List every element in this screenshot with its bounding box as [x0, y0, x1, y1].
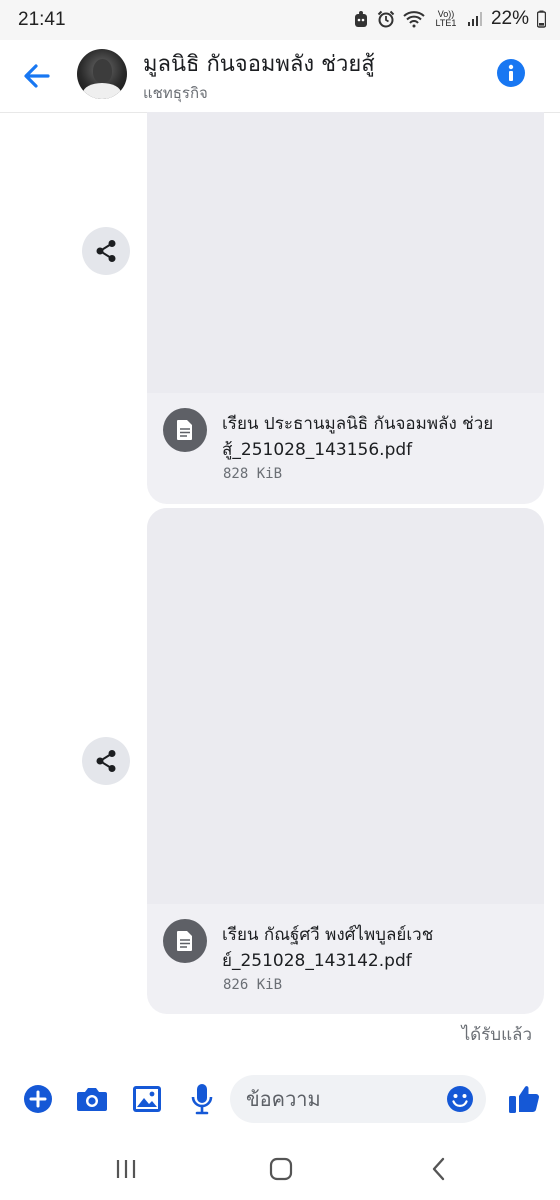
file-size: 828 KiB [223, 466, 283, 482]
back-icon [432, 1157, 445, 1181]
camera-icon [77, 1088, 107, 1111]
contact-subtitle: แชทธุรกิจ [143, 84, 208, 102]
like-button[interactable] [507, 1081, 541, 1115]
file-preview[interactable] [147, 508, 544, 904]
file-info[interactable]: เรียน ประธานมูลนิธิ กันจอมพลัง ช่วยสู้_2… [147, 393, 544, 504]
status-bar: 21:41 Vo)) LTE1 22% [0, 0, 560, 40]
wifi-icon [403, 10, 425, 28]
thumbs-up-icon [509, 1086, 539, 1113]
info-button[interactable] [497, 59, 525, 87]
camera-button[interactable] [76, 1083, 108, 1115]
battery-level: 22% [490, 8, 529, 29]
microphone-icon [191, 1084, 213, 1115]
share-icon [96, 240, 116, 262]
alarm-icon [377, 10, 395, 28]
share-button[interactable] [82, 737, 130, 785]
home-icon [269, 1157, 293, 1181]
document-icon [163, 408, 207, 452]
recent-apps-button[interactable] [111, 1154, 141, 1184]
gallery-button[interactable] [131, 1083, 163, 1115]
file-info[interactable]: เรียน กัณฐ์ศวี พงศ์ไพบูลย์เวช ย์_251028_… [147, 904, 544, 1014]
file-attachment[interactable]: เรียน ประธานมูลนิธิ กันจอมพลัง ช่วยสู้_2… [147, 112, 544, 504]
back-button[interactable] [18, 58, 58, 94]
file-preview[interactable] [147, 112, 544, 393]
plus-button[interactable] [22, 1083, 54, 1115]
share-button[interactable] [82, 227, 130, 275]
network-label: Vo)) LTE1 [435, 9, 457, 28]
status-time: 21:41 [18, 9, 66, 30]
file-size: 826 KiB [223, 977, 283, 993]
emoji-icon [447, 1086, 473, 1112]
document-icon [163, 919, 207, 963]
file-name: เรียน กัณฐ์ศวี พงศ์ไพบูลย์เวช ย์_251028_… [222, 925, 434, 971]
voice-button[interactable] [186, 1083, 218, 1115]
file-name: เรียน ประธานมูลนิธิ กันจอมพลัง ช่วยสู้_2… [222, 414, 494, 460]
info-icon [508, 64, 514, 81]
recent-apps-icon [116, 1160, 136, 1178]
back-nav-button[interactable] [424, 1154, 454, 1184]
delivered-status: ได้รับแล้ว [461, 1025, 532, 1045]
image-icon [133, 1086, 161, 1112]
file-attachment[interactable]: เรียน กัณฐ์ศวี พงศ์ไพบูลย์เวช ย์_251028_… [147, 508, 544, 1014]
arrow-left-icon [24, 64, 50, 88]
signal-icon [467, 11, 483, 27]
battery-icon [537, 10, 546, 28]
avatar[interactable] [77, 49, 127, 99]
contact-name[interactable]: มูลนิธิ กันจอมพลัง ช่วยสู้ [143, 46, 375, 81]
home-button[interactable] [266, 1154, 296, 1184]
share-icon [96, 750, 116, 772]
message-composer [0, 1065, 560, 1135]
emoji-button[interactable] [446, 1085, 474, 1113]
chat-header: มูลนิธิ กันจอมพลัง ช่วยสู้ แชทธุรกิจ [0, 40, 560, 113]
plus-icon [24, 1085, 52, 1113]
status-icons: Vo)) LTE1 22% [353, 8, 546, 30]
notification-icon [353, 10, 369, 28]
chat-thread[interactable]: เรียน ประธานมูลนิธิ กันจอมพลัง ช่วยสู้_2… [0, 112, 560, 1062]
system-navigation-bar [0, 1140, 560, 1200]
